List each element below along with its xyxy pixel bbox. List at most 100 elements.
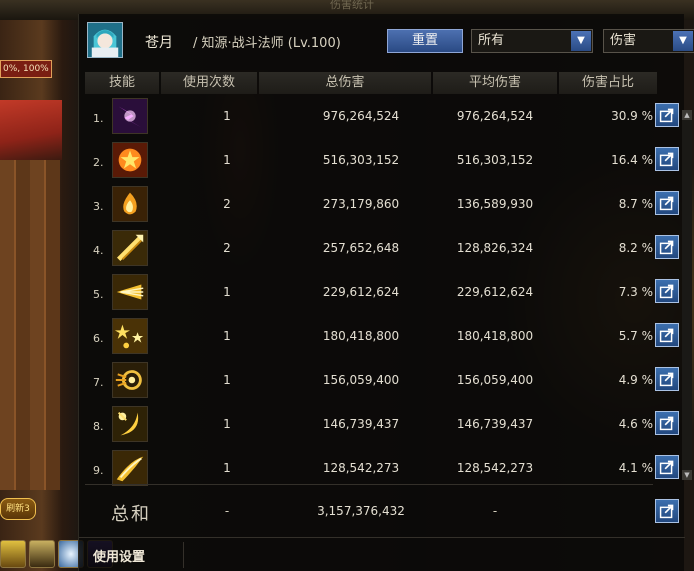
table-scrollbar[interactable]: ▲ ▼ <box>682 110 692 480</box>
row-avg-damage: 128,826,324 <box>456 241 534 255</box>
share-icon <box>659 240 674 255</box>
column-uses[interactable]: 使用次数 <box>161 72 257 94</box>
summary-avg-damage: - <box>492 504 498 518</box>
table-row[interactable]: 4. 2 257,652,648 128,826,324 8.2 % <box>79 228 685 272</box>
table-row[interactable]: 8. 1 146,739,437 146,739,437 4.6 % <box>79 404 685 448</box>
avatar-icon <box>88 23 122 57</box>
table-row[interactable]: 1. 1 976,264,524 976,264,524 30.9 % <box>79 96 685 140</box>
flame-swirl-icon <box>112 186 148 222</box>
orb-vortex-icon <box>112 362 148 398</box>
share-button[interactable] <box>655 411 679 435</box>
building-roof <box>0 100 62 160</box>
golden-sweep-icon <box>112 450 148 486</box>
share-icon <box>659 152 674 167</box>
share-icon <box>659 416 674 431</box>
row-total-damage: 229,612,624 <box>322 285 400 299</box>
player-portrait <box>87 22 123 58</box>
share-icon <box>659 108 674 123</box>
row-damage-share: 8.2 % <box>618 241 653 255</box>
table-row[interactable]: 5. 1 229,612,624 229,612,624 7.3 % <box>79 272 685 316</box>
wooden-wall <box>0 160 60 490</box>
table-header: 技能 使用次数 总伤害 平均伤害 伤害占比 <box>85 72 657 94</box>
star-scatter-icon <box>112 318 148 354</box>
row-avg-damage: 156,059,400 <box>456 373 534 387</box>
light-rays-icon <box>112 274 148 310</box>
column-avg-damage[interactable]: 平均伤害 <box>433 72 557 94</box>
summary-uses: - <box>224 504 230 518</box>
row-rank: 2. <box>93 156 104 169</box>
tab-usage-settings[interactable]: 使用设置 <box>93 546 183 565</box>
panel-header: 苍月 / 知源·战斗法师 (Lv.100) 重置 所有 ▼ 伤害 ▼ <box>79 14 694 68</box>
reset-button[interactable]: 重置 <box>387 29 463 53</box>
metric-filter-dropdown[interactable]: 伤害 ▼ <box>603 29 694 53</box>
row-damage-share: 4.6 % <box>618 417 653 431</box>
row-uses: 1 <box>223 153 231 167</box>
share-button[interactable] <box>655 323 679 347</box>
table-row[interactable]: 2. 1 516,303,152 516,303,152 16.4 % <box>79 140 685 184</box>
scroll-down-icon[interactable]: ▼ <box>682 470 692 480</box>
player-class: / 知源·战斗法师 (Lv.100) <box>193 36 341 51</box>
row-rank: 9. <box>93 464 104 477</box>
summary-total-damage: 3,157,376,432 <box>317 504 405 518</box>
footer-tabs: 使用设置 <box>79 537 685 571</box>
column-total-damage[interactable]: 总伤害 <box>259 72 431 94</box>
row-uses: 2 <box>223 197 231 211</box>
row-rank: 8. <box>93 420 104 433</box>
row-uses: 1 <box>223 461 231 475</box>
share-button[interactable] <box>655 279 679 303</box>
row-damage-share: 4.1 % <box>618 461 653 475</box>
star-burst-icon <box>112 142 148 178</box>
event-badge[interactable]: 刷新3 <box>0 498 36 520</box>
row-damage-share: 8.7 % <box>618 197 653 211</box>
hotbar-slot[interactable] <box>29 540 55 568</box>
row-damage-share: 30.9 % <box>611 109 653 123</box>
row-total-damage: 156,059,400 <box>322 373 400 387</box>
target-filter-value: 所有 <box>478 33 505 48</box>
metric-filter-value: 伤害 <box>610 33 637 48</box>
share-button[interactable] <box>655 367 679 391</box>
row-avg-damage: 516,303,152 <box>456 153 534 167</box>
table-row[interactable]: 9. 1 128,542,273 128,542,273 4.1 % <box>79 448 685 492</box>
row-uses: 1 <box>223 285 231 299</box>
row-damage-share: 4.9 % <box>618 373 653 387</box>
damage-stats-panel: 苍月 / 知源·战斗法师 (Lv.100) 重置 所有 ▼ 伤害 ▼ 技能 使用… <box>78 14 694 571</box>
table-row[interactable]: 7. 1 156,059,400 156,059,400 4.9 % <box>79 360 685 404</box>
share-button[interactable] <box>655 191 679 215</box>
share-button[interactable] <box>655 455 679 479</box>
chevron-down-icon: ▼ <box>673 31 693 51</box>
share-button[interactable] <box>655 235 679 259</box>
share-icon <box>659 372 674 387</box>
table-row[interactable]: 3. 2 273,179,860 136,589,930 8.7 % <box>79 184 685 228</box>
player-name: 苍月 <box>145 35 173 51</box>
share-icon <box>659 460 674 475</box>
share-button[interactable] <box>655 147 679 171</box>
column-skill[interactable]: 技能 <box>85 72 159 94</box>
row-total-damage: 273,179,860 <box>322 197 400 211</box>
table-row[interactable]: 6. 1 180,418,800 180,418,800 5.7 % <box>79 316 685 360</box>
share-icon <box>659 504 674 519</box>
row-total-damage: 146,739,437 <box>322 417 400 431</box>
share-icon <box>659 284 674 299</box>
row-rank: 3. <box>93 200 104 213</box>
row-damage-share: 16.4 % <box>611 153 653 167</box>
row-uses: 1 <box>223 373 231 387</box>
scroll-up-icon[interactable]: ▲ <box>682 110 692 120</box>
column-damage-share[interactable]: 伤害占比 <box>559 72 657 94</box>
hotbar-slot[interactable] <box>0 540 26 568</box>
summary-share-button[interactable] <box>655 499 679 523</box>
row-avg-damage: 180,418,800 <box>456 329 534 343</box>
row-total-damage: 257,652,648 <box>322 241 400 255</box>
row-avg-damage: 136,589,930 <box>456 197 534 211</box>
row-uses: 1 <box>223 417 231 431</box>
row-rank: 4. <box>93 244 104 257</box>
row-rank: 5. <box>93 288 104 301</box>
target-filter-dropdown[interactable]: 所有 ▼ <box>471 29 593 53</box>
crescent-slash-icon <box>112 406 148 442</box>
row-total-damage: 976,264,524 <box>322 109 400 123</box>
row-avg-damage: 128,542,273 <box>456 461 534 475</box>
share-button[interactable] <box>655 103 679 127</box>
window-title: 伤害统计 <box>330 0 374 11</box>
spear-thrust-icon <box>112 230 148 266</box>
row-total-damage: 128,542,273 <box>322 461 400 475</box>
row-rank: 1. <box>93 112 104 125</box>
